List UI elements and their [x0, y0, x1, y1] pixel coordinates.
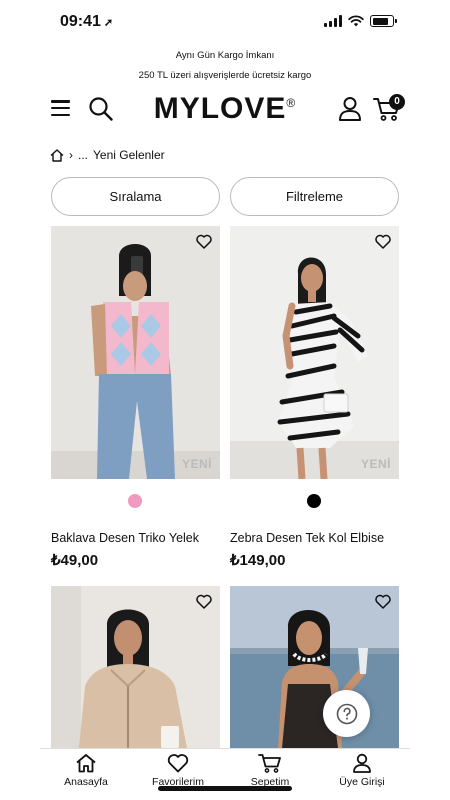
promo-banner: Aynı Gün Kargo İmkanı 250 TL üzeri alışv… — [0, 46, 450, 86]
product-image[interactable] — [230, 586, 399, 748]
breadcrumb-separator: › — [69, 148, 73, 162]
status-time: 09:41 ➚ — [60, 13, 113, 31]
sort-button[interactable]: Sıralama — [51, 177, 220, 216]
product-price: ₺149,00 — [230, 552, 286, 569]
product-photo-jacket — [51, 586, 220, 748]
product-photo-vest — [51, 226, 220, 479]
promo-line-shipping: Aynı Gün Kargo İmkanı — [175, 50, 275, 61]
home-indicator — [158, 786, 292, 791]
menu-icon-bar — [51, 113, 70, 116]
location-arrow-icon: ➚ — [103, 17, 114, 29]
menu-button[interactable] — [51, 100, 70, 116]
cellular-signal-icon — [324, 15, 342, 27]
tab-favorites[interactable]: Favorilerim — [138, 753, 218, 788]
header: MYLOVE® — [0, 88, 450, 132]
product-photo-satin-dress — [230, 586, 399, 748]
color-swatch[interactable] — [128, 494, 142, 508]
color-swatch[interactable] — [307, 494, 321, 508]
product-image[interactable]: YENİ — [230, 226, 399, 479]
tab-label: Üye Girişi — [339, 776, 385, 788]
breadcrumb: › ... Yeni Gelenler — [50, 148, 165, 162]
wifi-icon — [348, 15, 364, 27]
product-image[interactable] — [51, 586, 220, 748]
favorite-heart-icon[interactable] — [196, 234, 212, 249]
new-badge: YENİ — [181, 457, 212, 471]
user-icon[interactable] — [338, 96, 362, 122]
menu-icon-bar — [51, 100, 70, 103]
product-photo-dress — [230, 226, 399, 479]
brand-logo[interactable]: MYLOVE® — [150, 92, 300, 126]
heart-icon — [167, 754, 189, 773]
help-button[interactable] — [323, 690, 370, 737]
registered-mark: ® — [286, 96, 297, 110]
menu-icon-bar — [51, 106, 70, 110]
cart-icon — [258, 754, 281, 773]
cart-count-badge: 0 — [389, 94, 405, 110]
tab-home[interactable]: Anasayfa — [46, 753, 126, 788]
bottom-tab-bar: Anasayfa Favorilerim Sepetim Üye Girişi — [40, 748, 410, 800]
new-badge: YENİ — [360, 457, 391, 471]
home-icon[interactable] — [50, 148, 64, 162]
breadcrumb-current: Yeni Gelenler — [93, 148, 165, 162]
status-bar: 09:41 ➚ — [0, 0, 450, 44]
favorite-heart-icon[interactable] — [196, 594, 212, 609]
product-price: ₺49,00 — [51, 552, 99, 569]
product-name[interactable]: Zebra Desen Tek Kol Elbise — [230, 531, 384, 545]
tab-login[interactable]: Üye Girişi — [322, 753, 402, 788]
breadcrumb-ellipsis[interactable]: ... — [78, 148, 88, 162]
question-icon — [336, 703, 357, 724]
product-image[interactable]: YENİ — [51, 226, 220, 479]
search-icon[interactable] — [88, 96, 114, 122]
home-icon — [76, 754, 96, 773]
favorite-heart-icon[interactable] — [375, 594, 391, 609]
status-icons — [324, 15, 397, 27]
tab-label: Anasayfa — [64, 776, 108, 788]
product-name[interactable]: Baklava Desen Triko Yelek — [51, 531, 199, 545]
clock-text: 09:41 — [60, 13, 101, 30]
user-icon — [353, 753, 371, 773]
favorite-heart-icon[interactable] — [375, 234, 391, 249]
promo-line-free-shipping: 250 TL üzeri alışverişlerde ücretsiz kar… — [138, 70, 312, 81]
tab-cart[interactable]: Sepetim — [230, 753, 310, 788]
battery-icon — [370, 15, 397, 27]
logo-text: MYLOVE — [153, 92, 287, 125]
filter-button[interactable]: Filtreleme — [230, 177, 399, 216]
